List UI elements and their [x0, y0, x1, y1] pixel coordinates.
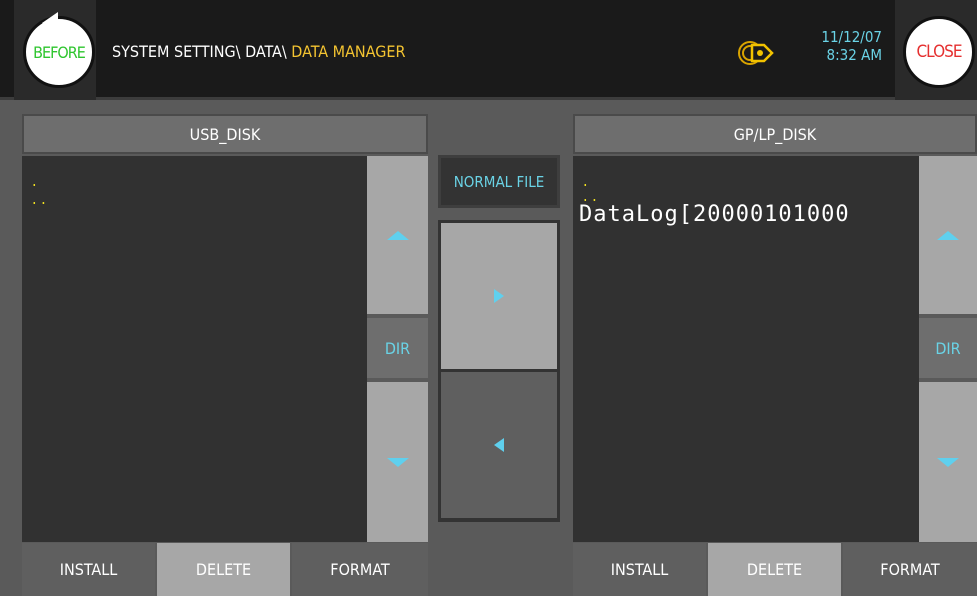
gp-dir-label: DIR [935, 338, 961, 358]
list-item[interactable]: . . [22, 190, 367, 208]
file-type-label: NORMAL FILE [453, 172, 545, 191]
file-item[interactable]: DataLog[20000101000 [573, 202, 919, 227]
time-text: 8:32 AM [826, 46, 882, 64]
gp-install-button[interactable]: INSTALL [573, 543, 706, 596]
gp-scroll-up-button[interactable] [919, 156, 977, 314]
usb-install-label: INSTALL [59, 560, 118, 579]
file-type-button[interactable]: NORMAL FILE [438, 155, 560, 208]
usb-delete-label: DELETE [195, 560, 252, 579]
arrow-down-icon [937, 457, 959, 467]
breadcrumb-path: SYSTEM SETTING\ DATA\ [112, 42, 292, 61]
gp-disk-title: GP/LP_DISK [573, 114, 977, 154]
arrow-right-icon [494, 289, 504, 303]
arrow-down-icon [386, 457, 409, 467]
breadcrumb-current: DATA MANAGER [291, 42, 406, 61]
transfer-controls [438, 220, 560, 522]
close-button[interactable]: CLOSE [895, 0, 977, 100]
usb-format-label: FORMAT [330, 560, 390, 579]
copy-to-right-button[interactable] [441, 223, 557, 369]
title-bar: BEFORE SYSTEM SETTING\ DATA\ DATA MANAGE… [0, 0, 977, 100]
before-button[interactable]: BEFORE [14, 0, 96, 100]
usb-scroll-up-button[interactable] [367, 156, 428, 314]
gp-file-list[interactable]: . . . DataLog[20000101000 [573, 156, 919, 542]
before-label: BEFORE [33, 42, 86, 62]
close-icon: CLOSE [903, 16, 975, 88]
usb-format-button[interactable]: FORMAT [292, 543, 428, 596]
close-label: CLOSE [916, 42, 962, 62]
date-time-display: 11/12/07 8:32 AM [790, 28, 882, 64]
alarm-buzzer-icon[interactable] [738, 38, 778, 68]
usb-dir-label: DIR [384, 338, 411, 358]
list-item[interactable]: . . [573, 188, 919, 204]
usb-dir-button[interactable]: DIR [367, 318, 428, 378]
gp-format-label: FORMAT [880, 560, 940, 579]
gp-dir-button[interactable]: DIR [919, 318, 977, 378]
back-arrow-icon [42, 12, 58, 34]
arrow-up-icon [937, 230, 959, 240]
gp-format-button[interactable]: FORMAT [843, 543, 977, 596]
copy-to-left-button[interactable] [441, 372, 557, 518]
gp-install-label: INSTALL [610, 560, 669, 579]
gp-delete-label: DELETE [746, 560, 803, 579]
list-item[interactable]: . [22, 172, 367, 190]
arrow-up-icon [386, 230, 409, 240]
usb-disk-title-label: USB_DISK [189, 124, 261, 144]
date-text: 11/12/07 [821, 28, 882, 46]
before-icon: BEFORE [23, 16, 95, 88]
breadcrumb: SYSTEM SETTING\ DATA\ DATA MANAGER [112, 42, 406, 61]
usb-install-button[interactable]: INSTALL [22, 543, 155, 596]
gp-delete-button[interactable]: DELETE [708, 543, 841, 596]
gp-disk-title-label: GP/LP_DISK [733, 124, 817, 144]
arrow-left-icon [494, 438, 504, 452]
gp-scroll-down-button[interactable] [919, 382, 977, 542]
usb-file-list[interactable]: . . . [22, 156, 367, 542]
usb-scroll-down-button[interactable] [367, 382, 428, 542]
list-item[interactable]: . [573, 172, 919, 190]
usb-disk-title: USB_DISK [22, 114, 428, 154]
usb-delete-button[interactable]: DELETE [157, 543, 290, 596]
